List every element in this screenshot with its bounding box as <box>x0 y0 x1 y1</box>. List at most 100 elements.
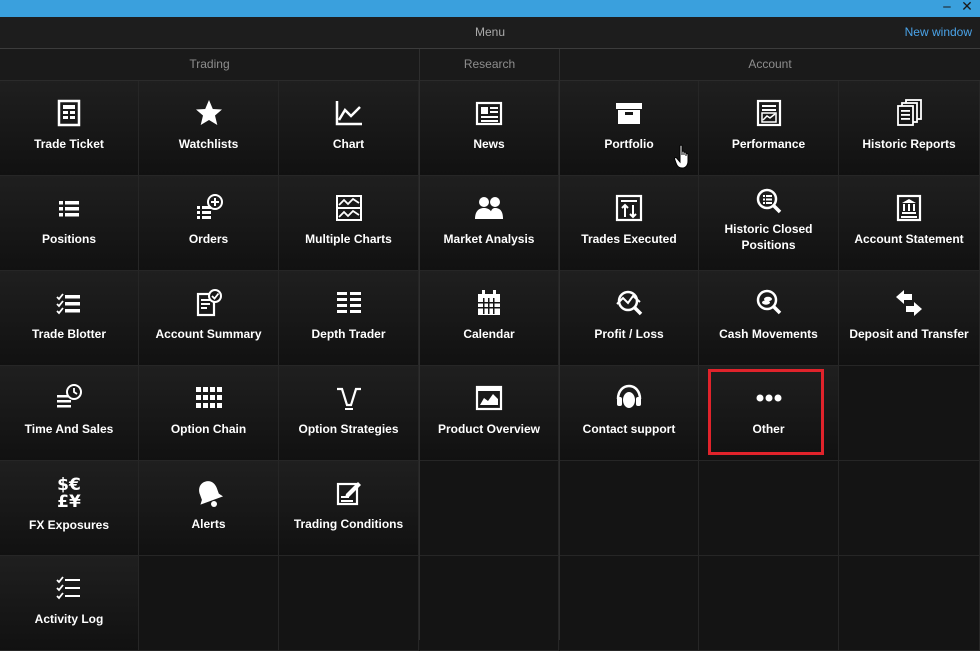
trading-grid: Trade Ticket Watchlists Chart Positions … <box>0 81 419 651</box>
tile-label: Trade Ticket <box>34 137 104 151</box>
tile-account-statement[interactable]: Account Statement <box>839 176 980 271</box>
tile-label: Trades Executed <box>581 232 677 246</box>
fx-glyphs-bottom: £¥ <box>57 492 81 512</box>
empty-tile <box>420 461 559 556</box>
option-strategies-icon <box>336 387 361 410</box>
empty-tile <box>699 461 839 556</box>
tile-profit-loss[interactable]: Profit / Loss <box>560 271 699 366</box>
star-icon <box>195 100 222 125</box>
tile-label: Account Summary <box>155 327 262 341</box>
new-window-link[interactable]: New window <box>905 17 972 47</box>
empty-tile <box>839 461 980 556</box>
tile-multiple-charts[interactable]: Multiple Charts <box>279 176 419 271</box>
tile-deposit-and-transfer[interactable]: Deposit and Transfer <box>839 271 980 366</box>
tile-trading-conditions[interactable]: Trading Conditions <box>279 461 419 556</box>
orders-icon <box>196 194 223 219</box>
checklist-icon <box>56 293 80 315</box>
performance-icon <box>756 99 781 127</box>
tile-historic-closed-positions[interactable]: Historic Closed Positions <box>699 176 839 271</box>
tile-label: Account Statement <box>854 232 964 246</box>
tile-cash-movements[interactable]: Cash Movements <box>699 271 839 366</box>
tile-label: Depth Trader <box>311 327 386 341</box>
account-section-title: Account <box>560 49 980 81</box>
tile-other[interactable]: Other <box>699 366 839 461</box>
line-chart-icon <box>335 101 362 126</box>
tile-label: Profit / Loss <box>594 327 664 341</box>
tile-calendar[interactable]: Calendar <box>420 271 559 366</box>
tile-label: Contact support <box>582 422 676 436</box>
calendar-icon <box>478 290 500 315</box>
tile-performance[interactable]: Performance <box>699 81 839 176</box>
minimize-button[interactable]: ‒ <box>938 0 956 16</box>
trading-section: Trading Trade Ticket Watchlists Chart Po… <box>0 49 419 651</box>
empty-tile <box>279 556 419 651</box>
tile-historic-reports[interactable]: Historic Reports <box>839 81 980 176</box>
tile-trade-ticket[interactable]: Trade Ticket <box>0 81 139 176</box>
people-icon <box>475 197 503 219</box>
tile-label: Watchlists <box>178 137 239 151</box>
tile-trade-blotter[interactable]: Trade Blotter <box>0 271 139 366</box>
research-section: Research News Market Analysis Calendar P… <box>420 49 559 651</box>
close-button[interactable]: ✕ <box>958 0 976 16</box>
product-overview-icon <box>475 385 503 411</box>
more-icon <box>756 394 781 402</box>
tile-market-analysis[interactable]: Market Analysis <box>420 176 559 271</box>
tile-label: Option Chain <box>170 422 247 436</box>
tile-watchlists[interactable]: Watchlists <box>139 81 279 176</box>
tile-label: Chart <box>332 137 365 151</box>
trading-conditions-icon <box>336 482 361 506</box>
tile-label: Orders <box>188 232 229 246</box>
historic-reports-icon <box>897 99 922 126</box>
tile-label: News <box>473 137 505 151</box>
tile-positions[interactable]: Positions <box>0 176 139 271</box>
tile-fx-exposures[interactable]: $€ £¥ FX Exposures <box>0 461 139 556</box>
trades-executed-icon <box>615 194 643 222</box>
option-chain-icon <box>195 387 222 408</box>
account-section: Account Portfolio Performance Historic R… <box>560 49 980 651</box>
tile-label: Portfolio <box>604 137 654 151</box>
tile-trades-executed[interactable]: Trades Executed <box>560 176 699 271</box>
tile-depth-trader[interactable]: Depth Trader <box>279 271 419 366</box>
depth-trader-icon <box>336 292 361 313</box>
tile-label: Alerts <box>191 517 226 531</box>
tile-orders[interactable]: Orders <box>139 176 279 271</box>
tile-label: Activity Log <box>34 612 104 626</box>
tile-label: Calendar <box>463 327 515 341</box>
tile-option-strategies[interactable]: Option Strategies <box>279 366 419 461</box>
tile-news[interactable]: News <box>420 81 559 176</box>
empty-tile <box>839 366 980 461</box>
tile-alerts[interactable]: Alerts <box>139 461 279 556</box>
tile-chart[interactable]: Chart <box>279 81 419 176</box>
tile-product-overview[interactable]: Product Overview <box>420 366 559 461</box>
tile-label: Positions <box>41 232 96 246</box>
tile-label: Time And Sales <box>24 422 114 436</box>
tile-label: FX Exposures <box>28 518 110 532</box>
time-and-sales-icon <box>57 384 82 408</box>
tile-label: Other <box>752 422 785 436</box>
tile-contact-support[interactable]: Contact support <box>560 366 699 461</box>
account-summary-icon <box>196 289 222 317</box>
tile-label: Trade Blotter <box>31 327 106 341</box>
empty-tile <box>699 556 839 651</box>
research-grid: News Market Analysis Calendar Product Ov… <box>420 81 559 651</box>
trading-section-title: Trading <box>0 49 419 81</box>
menu-bar: Menu New window <box>0 17 980 49</box>
deposit-transfer-icon <box>896 290 922 316</box>
tile-option-chain[interactable]: Option Chain <box>139 366 279 461</box>
tile-label: Trading Conditions <box>293 517 404 531</box>
empty-tile <box>560 461 699 556</box>
empty-tile <box>420 556 559 651</box>
empty-tile <box>839 556 980 651</box>
tile-label: Historic Closed Positions <box>724 222 813 252</box>
profit-loss-icon <box>616 290 643 316</box>
hand-cursor-icon <box>674 144 689 169</box>
app-window: ‒ ✕ Menu New window Trading Trade Ticket… <box>0 0 980 651</box>
trade-ticket-icon <box>57 99 81 127</box>
tile-time-and-sales[interactable]: Time And Sales <box>0 366 139 461</box>
tile-account-summary[interactable]: Account Summary <box>139 271 279 366</box>
multiple-charts-icon <box>335 195 362 221</box>
bell-icon <box>198 481 223 507</box>
tile-activity-log[interactable]: Activity Log <box>0 556 139 651</box>
tile-label: Performance <box>731 137 806 151</box>
tile-label: Product Overview <box>437 422 541 436</box>
